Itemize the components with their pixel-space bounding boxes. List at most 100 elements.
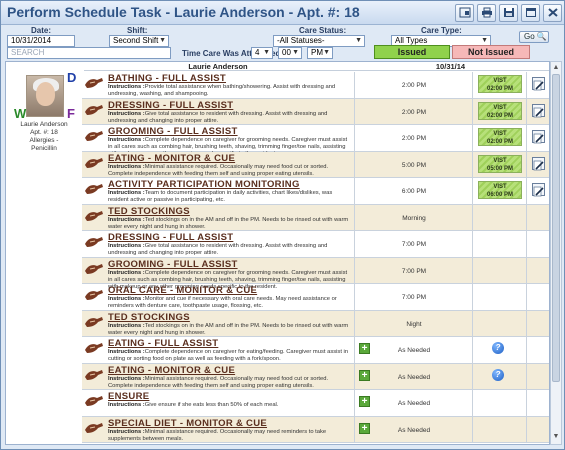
chevron-down-icon: ▼	[355, 37, 362, 44]
edit-note-icon[interactable]	[532, 103, 545, 117]
save-icon	[503, 8, 514, 17]
resident-apt: Apt. #: 18	[30, 129, 58, 136]
task-title-link[interactable]: TED STOCKINGS	[108, 312, 190, 323]
edit-cell	[526, 178, 549, 204]
task-row: GROOMING - FULL ASSIST Instructions :Comp…	[82, 257, 549, 290]
visit-status-badge[interactable]: VIST 02:00 PM	[478, 75, 522, 93]
shift-select[interactable]: Second Shift ▼	[109, 35, 169, 47]
scheduled-time: As Needed	[397, 426, 431, 434]
time-cell: + As Needed	[354, 390, 472, 416]
instructions-text: Complete dependence on caregiver for eat…	[108, 349, 349, 362]
help-icon[interactable]: ?	[492, 368, 504, 381]
task-title-link[interactable]: TED STOCKINGS	[108, 206, 190, 217]
print-button[interactable]	[477, 4, 496, 22]
task-instructions: Instructions :Complete dependence on car…	[108, 349, 353, 363]
task-title-link[interactable]: GROOMING - FULL ASSIST	[108, 259, 238, 270]
care-hand-icon	[84, 393, 104, 409]
task-instructions: Instructions :Minimal assistance require…	[108, 429, 353, 443]
edit-cell	[526, 204, 549, 230]
task-instructions: Instructions :Give total assistance to r…	[108, 243, 353, 257]
hour-select[interactable]: 4 ▼	[251, 47, 273, 59]
task-row: GROOMING - FULL ASSIST Instructions :Comp…	[82, 125, 549, 157]
status-cell: VIST 02:00 PM	[472, 98, 526, 124]
visit-time: 05:00 PM	[486, 165, 513, 172]
shift-value: Second Shift	[113, 36, 159, 45]
task-title-link[interactable]: ACTIVITY PARTICIPATION MONITORING	[108, 179, 300, 190]
edit-note-icon[interactable]	[532, 77, 545, 91]
care-type-label: Care Type:	[421, 26, 462, 35]
new-window-icon	[459, 7, 470, 18]
task-title-link[interactable]: DRESSING - FULL ASSIST	[108, 232, 233, 243]
instructions-text: Ted stockings on in the AM and off in th…	[108, 322, 349, 336]
time-cell: + As Needed	[354, 416, 472, 442]
scroll-thumb[interactable]	[552, 74, 560, 382]
status-cell	[472, 416, 526, 442]
chevron-down-icon: ▼	[323, 49, 330, 56]
scroll-up-icon[interactable]: ▲	[552, 64, 560, 73]
care-status-select[interactable]: -All Statuses- ▼	[273, 35, 365, 47]
scheduled-time: Night	[406, 320, 422, 328]
close-button[interactable]	[543, 4, 562, 22]
task-title-link[interactable]: EATING - MONITOR & CUE	[108, 153, 235, 164]
visit-label: VIST	[493, 184, 507, 190]
task-row: SPECIAL DIET - MONITOR & CUE Instructions…	[82, 416, 549, 443]
scheduled-time: As Needed	[397, 400, 431, 407]
time-cell: + As Needed	[354, 363, 472, 389]
task-title-link[interactable]: ENSURE	[108, 391, 149, 402]
visit-time: 06:00 PM	[486, 192, 513, 198]
time-cell: 7:00 PM	[354, 257, 472, 283]
instructions-prefix: Instructions :	[108, 243, 145, 249]
save-button[interactable]	[499, 4, 518, 22]
status-cell	[472, 284, 526, 310]
task-title-link[interactable]: EATING - MONITOR & CUE	[108, 365, 235, 376]
task-title-link[interactable]: GROOMING - FULL ASSIST	[108, 126, 238, 137]
avatar-face	[36, 82, 55, 106]
diet-letter-w: W	[14, 106, 27, 121]
go-button[interactable]: Go 🔍	[519, 31, 549, 43]
new-window-button[interactable]	[455, 4, 474, 22]
task-title-link[interactable]: EATING - FULL ASSIST	[108, 338, 218, 349]
edit-note-icon[interactable]	[532, 183, 545, 197]
task-row: EATING - MONITOR & CUE Instructions :Mini…	[82, 363, 549, 390]
care-status-label: Care Status:	[299, 26, 347, 35]
edit-cell	[526, 125, 549, 151]
shift-label: Shift:	[127, 26, 148, 35]
instructions-text: Ted stockings on in the AM and off in th…	[108, 216, 349, 230]
instructions-text: Give ensure if she eats less than 50% of…	[144, 402, 279, 408]
visit-status-badge[interactable]: VIST 06:00 PM	[478, 181, 522, 199]
task-instructions: Instructions :Minimal assistance require…	[108, 376, 353, 390]
task-title-link[interactable]: DRESSING - FULL ASSIST	[108, 100, 233, 111]
maximize-button[interactable]	[521, 4, 540, 22]
date-input[interactable]: 10/31/2014	[7, 35, 75, 47]
ampm-select[interactable]: PM ▼	[307, 47, 333, 59]
window-title: Perform Schedule Task - Laurie Anderson …	[7, 4, 360, 20]
instructions-prefix: Instructions :	[108, 296, 145, 302]
time-cell: 5:00 PM	[354, 151, 472, 177]
scroll-down-icon[interactable]: ▼	[552, 433, 560, 442]
visit-status-badge[interactable]: VIST 02:00 PM	[478, 101, 522, 120]
help-icon[interactable]: ?	[492, 342, 504, 354]
vertical-scrollbar[interactable]: ▲ ▼	[550, 61, 562, 445]
search-input[interactable]: SEARCH	[7, 47, 171, 59]
task-title-link[interactable]: ORAL CARE - MONITOR & CUE	[108, 285, 257, 296]
status-cell	[472, 390, 526, 416]
visit-label: VIST	[493, 104, 507, 111]
edit-cell	[526, 310, 549, 336]
task-title-link[interactable]: BATHING - FULL ASSIST	[108, 73, 226, 84]
time-cell: 7:00 PM	[354, 284, 472, 310]
edit-note-icon[interactable]	[532, 130, 545, 144]
visit-label: VIST	[493, 157, 507, 164]
edit-note-icon[interactable]	[532, 156, 545, 170]
visit-status-badge[interactable]: VIST 02:00 PM	[478, 128, 522, 146]
go-label: Go	[524, 32, 535, 41]
task-row: ENSURE Instructions :Give ensure if she e…	[82, 390, 549, 417]
maximize-icon	[525, 8, 536, 17]
minute-select[interactable]: 00 ▼	[278, 47, 302, 59]
search-icon: 🔍	[536, 32, 547, 41]
task-row: BATHING - FULL ASSIST Instructions :Provi…	[82, 72, 549, 99]
visit-status-badge[interactable]: VIST 05:00 PM	[478, 154, 522, 173]
minute-value: 00	[282, 48, 291, 57]
status-cell: VIST 02:00 PM	[472, 125, 526, 151]
task-title-link[interactable]: SPECIAL DIET - MONITOR & CUE	[108, 418, 267, 429]
care-hand-icon	[84, 340, 104, 356]
